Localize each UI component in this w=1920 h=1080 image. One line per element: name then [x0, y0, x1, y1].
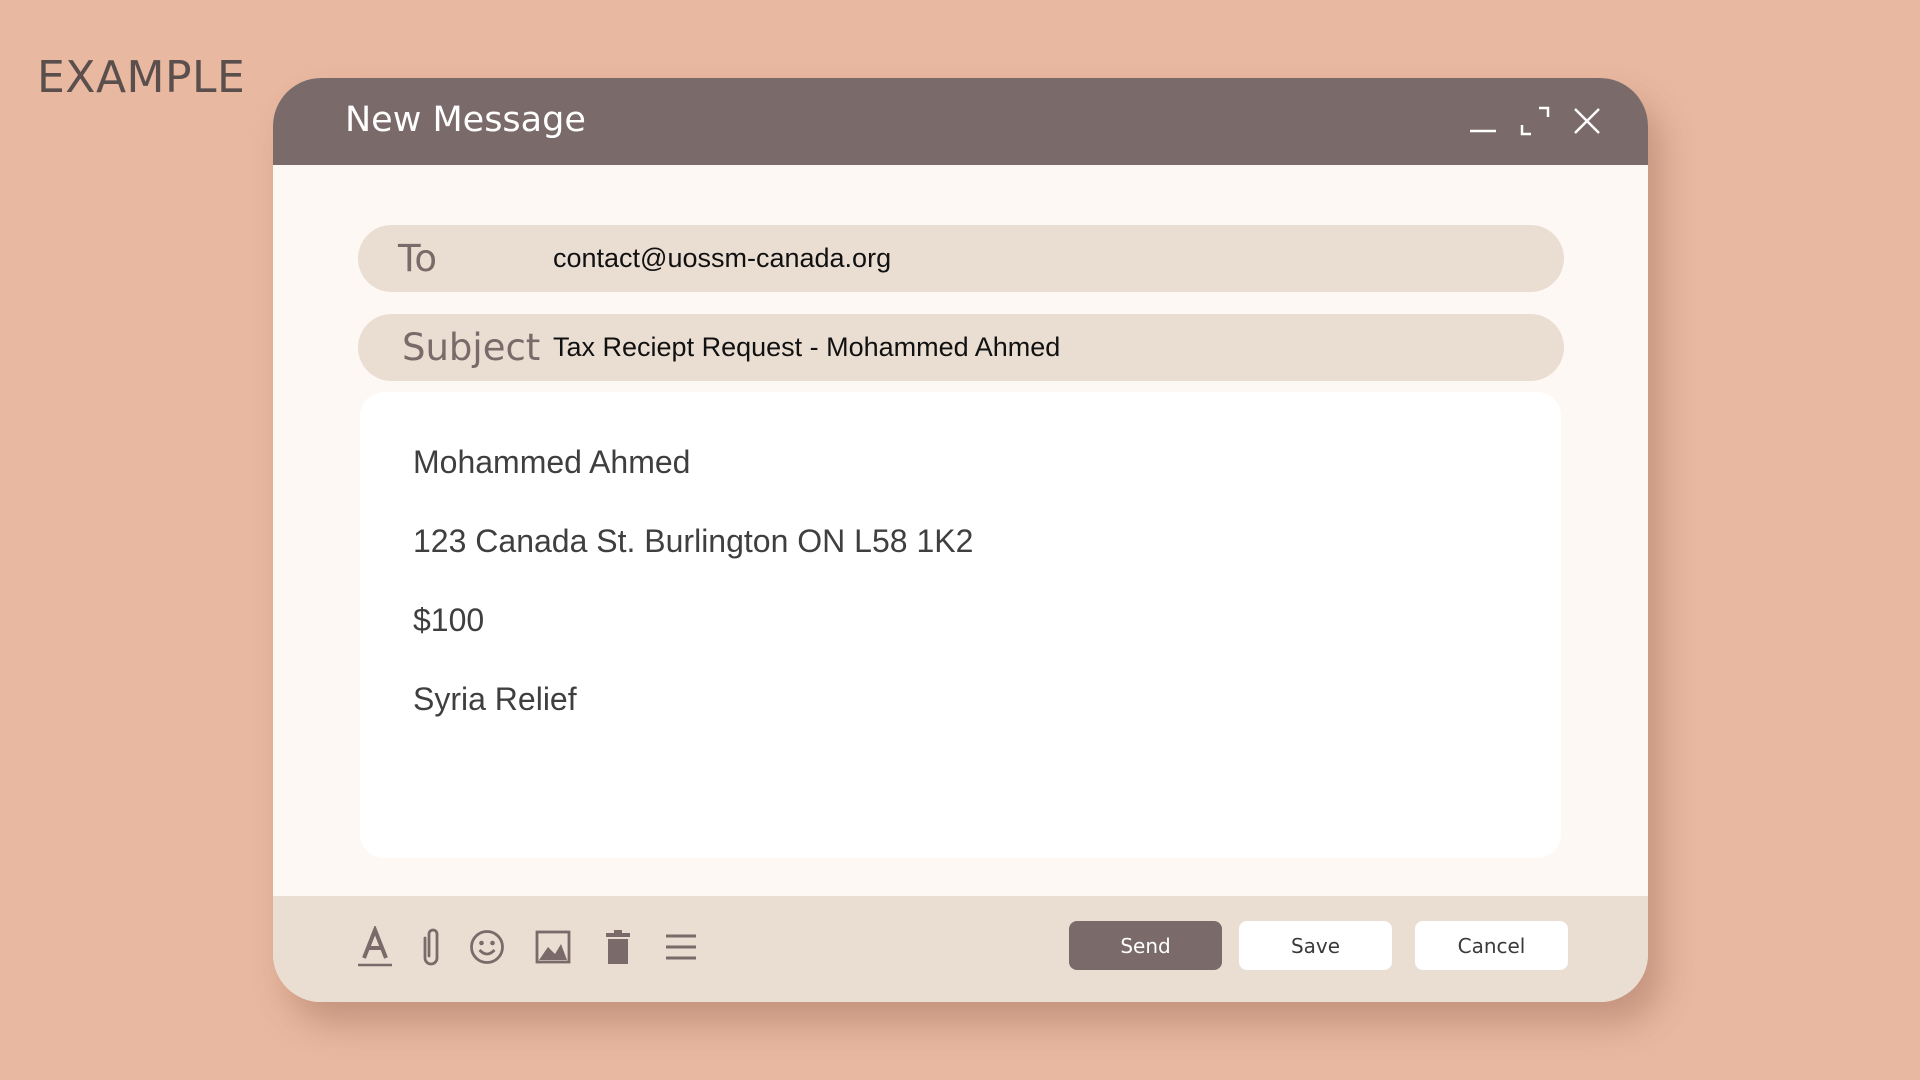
close-icon: [1574, 108, 1600, 134]
subject-input[interactable]: [553, 314, 1533, 381]
body-line-name: Mohammed Ahmed: [413, 444, 691, 480]
maximize-icon: [1520, 106, 1550, 136]
to-field: To: [358, 225, 1564, 292]
body-line-cause: Syria Relief: [413, 681, 577, 717]
smiley-icon: [470, 930, 504, 964]
title-bar: New Message: [273, 78, 1648, 165]
close-button[interactable]: [1568, 100, 1606, 142]
stage: EXAMPLE New Message To contact@uossm-can…: [0, 0, 1920, 1080]
subject-label: Subject: [402, 326, 541, 369]
window-title: New Message: [345, 100, 586, 140]
maximize-button[interactable]: [1516, 100, 1554, 142]
example-label: EXAMPLE: [37, 52, 246, 103]
window-controls: [1464, 100, 1606, 142]
emoji-button[interactable]: [466, 926, 508, 968]
minimize-button[interactable]: [1464, 100, 1502, 142]
text-format-icon: [358, 926, 392, 967]
paperclip-icon: [423, 928, 439, 966]
message-body[interactable]: Mohammed Ahmed 123 Canada St. Burlington…: [360, 392, 1561, 858]
more-options-button[interactable]: [660, 926, 702, 968]
compose-window: New Message To contact@uossm-canada.org …: [273, 78, 1648, 1002]
save-button[interactable]: Save: [1239, 921, 1392, 970]
menu-icon: [666, 934, 696, 960]
subject-field: Subject: [358, 314, 1564, 381]
discard-button[interactable]: [597, 926, 639, 968]
minimize-icon: [1470, 129, 1496, 133]
trash-icon: [606, 930, 630, 964]
format-text-button[interactable]: [354, 926, 396, 968]
image-icon: [535, 930, 571, 964]
to-input[interactable]: [553, 225, 1533, 292]
cancel-button[interactable]: Cancel: [1415, 921, 1568, 970]
compose-toolbar: Send Save Cancel: [273, 896, 1648, 1002]
send-button[interactable]: Send: [1069, 921, 1222, 970]
to-label: To: [398, 237, 437, 280]
insert-image-button[interactable]: [532, 926, 574, 968]
body-line-address: 123 Canada St. Burlington ON L58 1K2: [413, 523, 974, 559]
attach-button[interactable]: [410, 926, 452, 968]
body-line-amount: $100: [413, 602, 485, 638]
